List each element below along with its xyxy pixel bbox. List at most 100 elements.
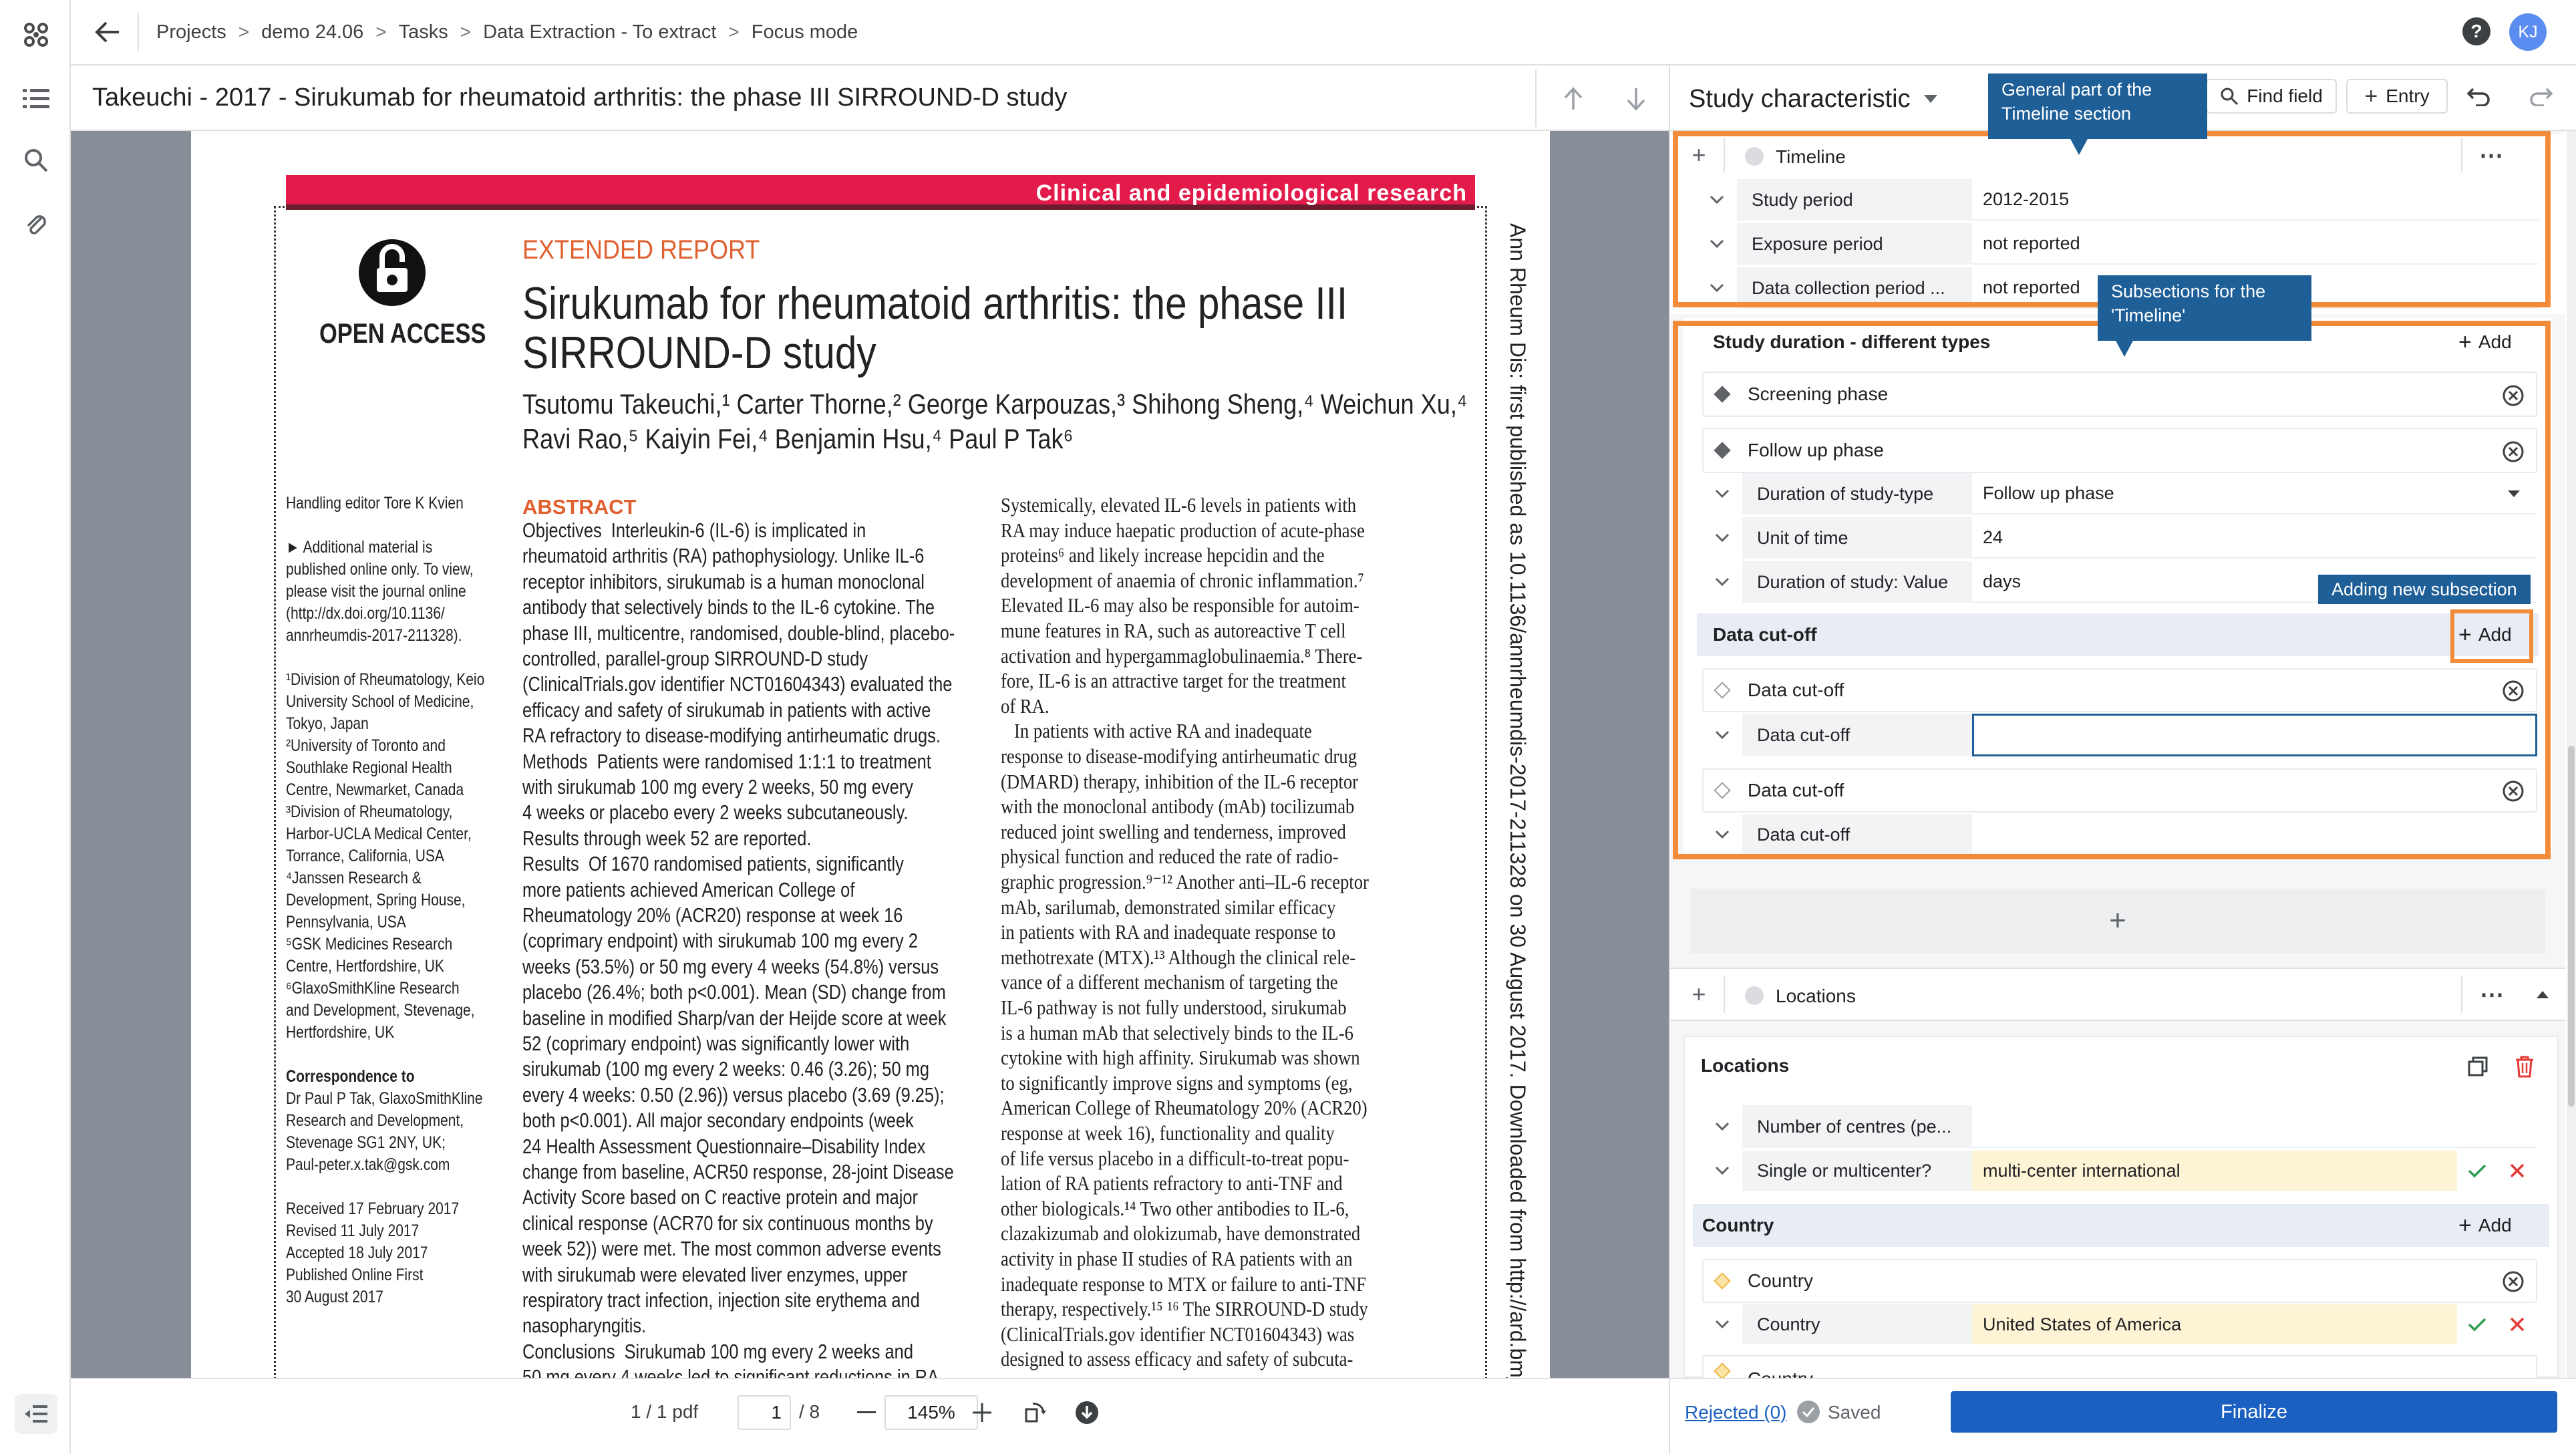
plus-icon: + xyxy=(2458,1212,2472,1238)
rejected-link[interactable]: Rejected (0) xyxy=(1685,1402,1787,1423)
scrollbar[interactable] xyxy=(2567,131,2576,1378)
zoom-in-icon[interactable] xyxy=(962,1395,1002,1430)
affiliation-line: Harbor-UCLA Medical Center, xyxy=(286,825,472,843)
add-entry-plus-icon[interactable]: + xyxy=(1681,980,1717,1009)
add-entry-button[interactable]: + Entry xyxy=(2346,79,2448,114)
section-dropdown[interactable]: Study characteristic xyxy=(1689,79,1937,119)
remove-circle-icon[interactable] xyxy=(2500,1268,2527,1295)
field-value[interactable] xyxy=(1972,1105,2537,1148)
affiliation-line: Development, Spring House, xyxy=(286,891,466,909)
chevron-down-icon[interactable] xyxy=(1702,1304,1742,1344)
body-line: response at week 16), functionality and … xyxy=(1001,1121,1335,1145)
abstract-line: Objectives Interleukin-6 (IL-6) is impli… xyxy=(522,519,866,542)
collapse-panel-icon[interactable] xyxy=(15,1394,57,1434)
abstract-line: nasopharyngitis. xyxy=(522,1314,647,1338)
body-line: activation and hypergammaglobulinaemia.⁸… xyxy=(1001,643,1363,668)
abstract-line: baseline in modified Sharp/van der Heijd… xyxy=(522,1006,947,1030)
affiliation-line: annrheumdis-2017-211328). xyxy=(286,626,462,645)
field-label: Number of centres (pe... xyxy=(1742,1105,1972,1148)
abstract-line: Methods Patients were randomised 1:1:1 t… xyxy=(522,749,931,773)
abstract-line: Activity Score based on C reactive prote… xyxy=(522,1185,919,1209)
body-line: vance of a different mechanism of target… xyxy=(1001,970,1338,994)
affiliation-line: Dr Paul P Tak, GlaxoSmithKline xyxy=(286,1089,483,1108)
accept-check-icon[interactable] xyxy=(2457,1304,2497,1344)
country-item-2: Country xyxy=(1702,1355,2537,1378)
abstract-line: rheumatoid arthritis (RA) pathophysiolog… xyxy=(522,544,925,568)
status-dot-icon xyxy=(1745,986,1764,1005)
next-page-arrow-icon[interactable] xyxy=(1613,79,1659,119)
callout-subsections: Subsections for the 'Timeline' xyxy=(2098,275,2311,341)
authors-line1: Tsutomu Takeuchi,¹ Carter Thorne,² Georg… xyxy=(522,388,1468,420)
abstract-line: with sirukumab 100 mg every 2 weeks, 50 … xyxy=(522,775,913,798)
back-arrow-icon[interactable] xyxy=(77,2,138,62)
page-number-input[interactable]: 1 xyxy=(738,1395,791,1430)
app-logo[interactable] xyxy=(15,15,57,55)
avatar[interactable]: KJ xyxy=(2509,13,2547,51)
affiliation-line: Published Online First xyxy=(286,1266,424,1284)
chevron-down-icon[interactable] xyxy=(1702,1151,1742,1191)
copy-icon[interactable] xyxy=(2462,1052,2493,1081)
body-line: reduced joint swelling and tenderness, i… xyxy=(1001,819,1346,843)
attachment-icon[interactable] xyxy=(15,204,57,245)
body-line: of RA. xyxy=(1001,694,1050,718)
breadcrumb-task[interactable]: Data Extraction - To extract xyxy=(483,21,716,43)
abstract-line: respiratory tract infection, injection s… xyxy=(522,1288,920,1312)
abstract-line: Results through week 52 are reported. xyxy=(522,826,812,850)
plus-icon: + xyxy=(2364,83,2378,109)
pdf-viewer[interactable]: Clinical and epidemiological research OP… xyxy=(71,131,1669,1378)
help-icon[interactable]: ? xyxy=(2462,17,2490,45)
suggested-value[interactable]: multi-center international xyxy=(1972,1151,2457,1191)
reject-x-icon[interactable] xyxy=(2497,1151,2537,1191)
finalize-button[interactable]: Finalize xyxy=(1951,1391,2557,1433)
scrollbar-thumb[interactable] xyxy=(2568,746,2575,1107)
zoom-out-icon[interactable] xyxy=(850,1395,883,1430)
affiliation-line: Hertfordshire, UK xyxy=(286,1023,395,1042)
callout-pointer xyxy=(2070,138,2088,155)
field-label: Country xyxy=(1742,1304,1972,1344)
suggested-value[interactable]: United States of America xyxy=(1972,1304,2457,1344)
abstract-line: week 52)) were met. The most common adve… xyxy=(522,1237,941,1261)
delete-trash-icon[interactable] xyxy=(2509,1052,2540,1081)
abstract-line: 4 weeks or placebo every 2 weeks subcuta… xyxy=(522,801,909,825)
affiliation-line: (http://dx.doi.org/10.1136/ xyxy=(286,604,445,623)
body-line: designed to assess efficacy and safety o… xyxy=(1001,1347,1353,1371)
add-country-button[interactable]: + Add xyxy=(2458,1211,2512,1240)
abstract-line: placebo (26.4%; both p<0.001). Mean (SD)… xyxy=(522,980,946,1004)
redo-icon[interactable] xyxy=(2521,79,2561,114)
abstract-line: efficacy and safety of sirukumab in pati… xyxy=(522,698,931,722)
reject-x-icon[interactable] xyxy=(2497,1304,2537,1344)
search-icon[interactable] xyxy=(15,140,57,180)
breadcrumb-projects[interactable]: Projects xyxy=(156,21,226,43)
body-line: proteins⁶ and likely increase hepcidin a… xyxy=(1001,543,1325,567)
body-line: development of anaemia of chronic inflam… xyxy=(1001,568,1364,592)
body-line: cytokine with high affinity. Sirukumab w… xyxy=(1001,1046,1360,1070)
body-line: inadequate response to MTX or failure to… xyxy=(1001,1272,1367,1296)
body-line: American College of Rheumatology 20% (AC… xyxy=(1001,1096,1367,1120)
breadcrumb-tasks[interactable]: Tasks xyxy=(399,21,448,43)
find-field-button[interactable]: Find field xyxy=(2206,79,2337,114)
outline-list-icon[interactable] xyxy=(15,79,57,119)
body-line: graphic progression.⁹⁻¹² Another anti–IL… xyxy=(1001,870,1369,893)
body-line: of life versus placebo in a difficult-to… xyxy=(1001,1146,1349,1170)
side-margin-text: Ann Rheum Dis: first published as 10.113… xyxy=(1506,223,1530,1378)
rotate-icon[interactable] xyxy=(1017,1395,1053,1430)
abstract-line: with sirukumab were elevated liver enzym… xyxy=(522,1262,908,1286)
download-icon[interactable] xyxy=(1069,1395,1105,1430)
collapse-caret-up-icon[interactable] xyxy=(2529,980,2556,1009)
callout-adding-subsection: Adding new subsection xyxy=(2318,575,2531,604)
breadcrumb-project[interactable]: demo 24.06 xyxy=(261,21,363,43)
callout-pointer xyxy=(2115,339,2134,357)
caret-down-icon xyxy=(1923,95,1937,103)
affiliation-line: please visit the journal online xyxy=(286,582,466,601)
abstract-line: change from baseline, ACR50 response, 28… xyxy=(522,1160,954,1183)
affiliation-line: ⁶GlaxoSmithKline Research xyxy=(286,979,460,998)
previous-page-arrow-icon[interactable] xyxy=(1550,79,1597,119)
more-options-icon[interactable]: ⋯ xyxy=(2472,980,2512,1009)
accept-check-icon[interactable] xyxy=(2457,1151,2497,1191)
abstract-line: controlled, parallel-group SIRROUND-D st… xyxy=(522,647,868,670)
chevron-down-icon[interactable] xyxy=(1702,1105,1742,1148)
add-section-button[interactable]: + xyxy=(1690,889,2545,953)
abstract-line: sirukumab (100 mg every 2 weeks: 0.46 (3… xyxy=(522,1057,929,1081)
abstract-line: (coprimary endpoint) with sirukumab 100 … xyxy=(522,929,918,953)
undo-icon[interactable] xyxy=(2458,79,2499,114)
